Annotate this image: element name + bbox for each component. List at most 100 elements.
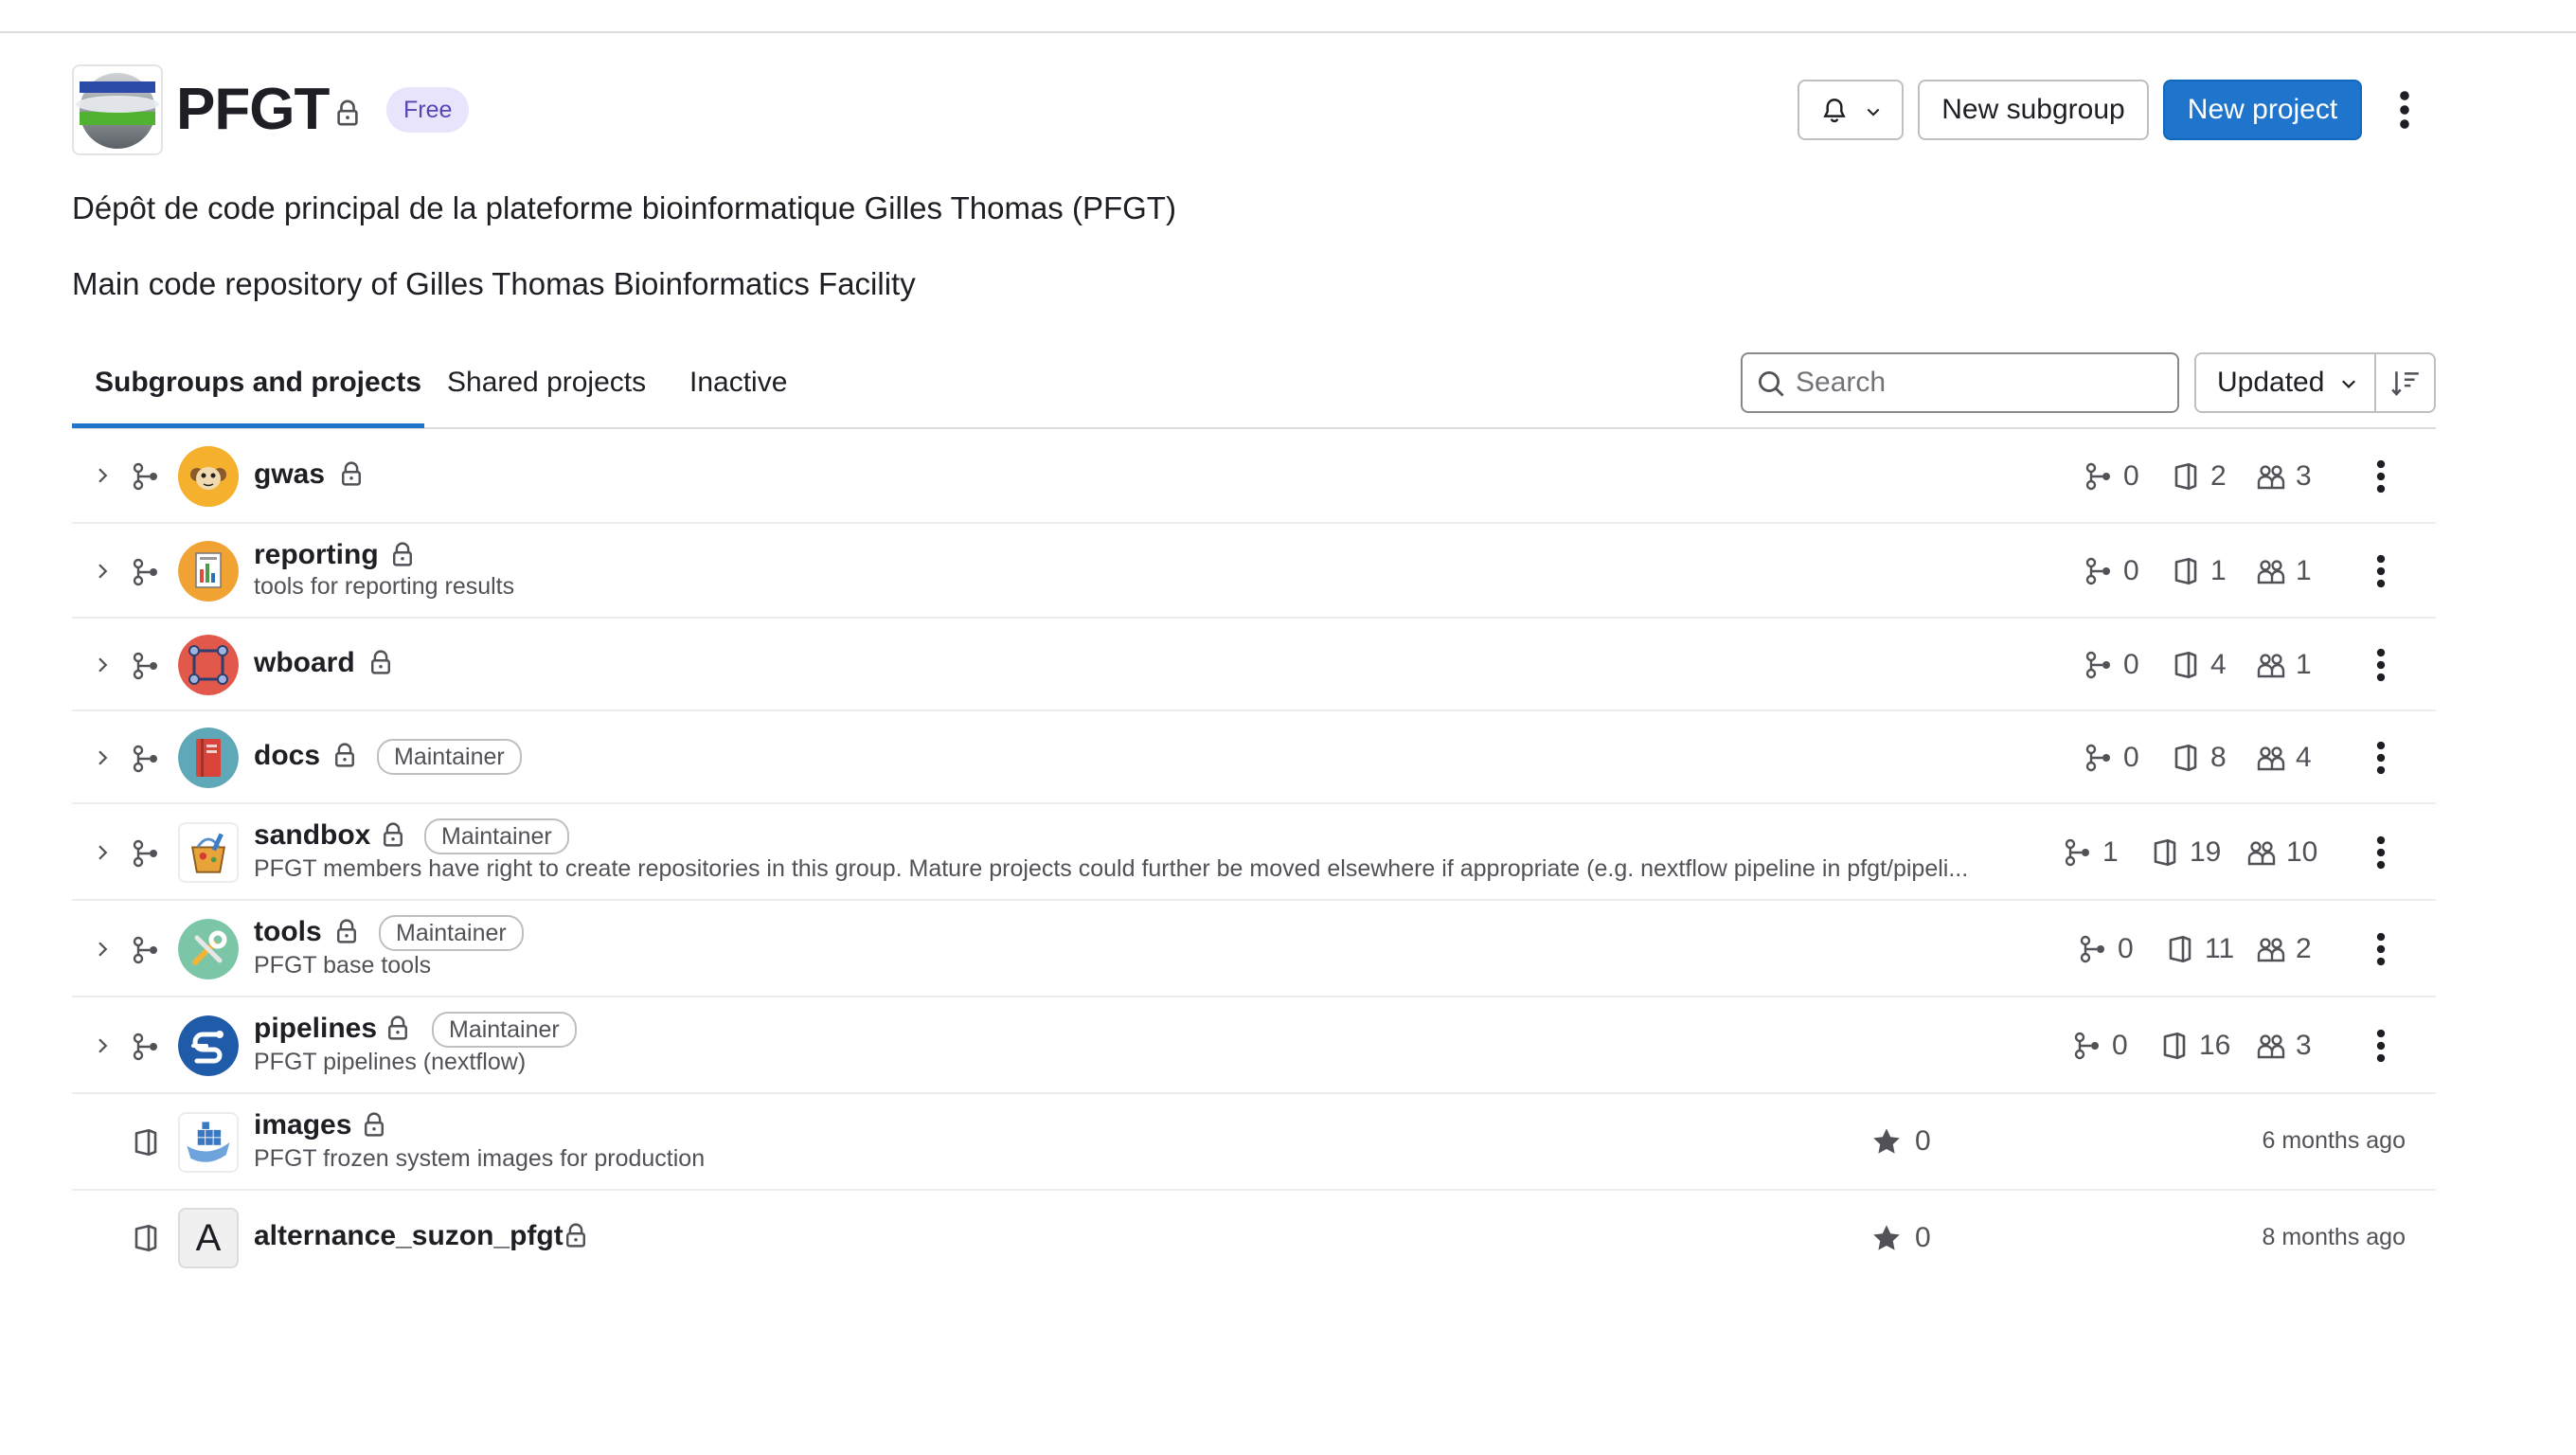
chevron-right-icon[interactable] [91,560,114,583]
subgroup-icon [2065,838,2089,867]
subgroup-name[interactable]: reporting [254,536,379,574]
chevron-right-icon[interactable] [91,1034,114,1057]
gwas-avatar [178,446,239,507]
active-tab-indicator [72,423,424,428]
role-badge: Maintainer [377,739,522,775]
kebab-icon[interactable] [2369,928,2393,970]
subgroup-description: PFGT base tools [254,952,432,979]
group-description-en: Main code repository of Gilles Thomas Bi… [72,266,916,301]
members-count: 1 [2256,646,2332,684]
wboard-avatar [178,635,239,695]
chevron-down-icon [1867,108,1880,117]
subgroups-count: 0 [2084,458,2140,495]
plan-badge: Free [386,87,470,133]
projects-count: 11 [2165,930,2241,968]
kebab-icon[interactable] [2369,737,2393,779]
subgroup-icon [133,1033,157,1061]
updated-time: 8 months ago [2262,1224,2406,1250]
subgroup-icon [2080,935,2104,963]
chevron-down-icon [2342,380,2355,388]
subgroups-count: 0 [2084,739,2140,777]
project-icon [2174,557,2197,585]
subgroup-icon [2074,1032,2099,1060]
users-icon [2257,938,2285,962]
kebab-icon[interactable] [2369,1025,2393,1067]
chevron-right-icon[interactable] [91,654,114,676]
kebab-icon[interactable] [2369,550,2393,592]
tab-inactive[interactable]: Inactive [689,362,787,404]
tab-shared-projects[interactable]: Shared projects [447,362,646,404]
subgroup-name[interactable]: wboard [254,644,355,682]
subgroup-description: PFGT pipelines (nextflow) [254,1049,527,1075]
kebab-icon[interactable] [2369,456,2393,497]
members-count: 1 [2256,552,2332,590]
group-description-fr: Dépôt de code principal de la plateforme… [72,190,1176,225]
notifications-dropdown[interactable] [1798,80,1904,140]
lock-icon [337,919,356,943]
kebab-icon[interactable] [2390,87,2419,133]
subgroup-row[interactable]: docs Maintainer 0 8 4 [72,711,2436,804]
tools-avatar [178,919,239,979]
project-icon [2169,935,2191,963]
projects-count: 2 [2171,458,2237,495]
subgroup-row[interactable]: gwas 0 2 3 [72,429,2436,524]
subgroup-name[interactable]: pipelines [254,1010,377,1048]
members-count: 3 [2256,1027,2332,1065]
star-icon [1873,1128,1900,1154]
new-subgroup-button[interactable]: New subgroup [1918,80,2149,140]
subgroup-description: PFGT members have right to create reposi… [254,855,1969,882]
project-icon [134,1224,157,1252]
star-count: 0 [1915,1125,1931,1157]
subgroup-icon [133,936,157,964]
group-avatar [72,64,163,155]
tab-subgroups-and-projects[interactable]: Subgroups and projects [95,362,421,404]
chevron-right-icon[interactable] [91,841,114,864]
project-icon [2174,744,2197,772]
project-name[interactable]: alternance_suzon_pfgt [254,1217,564,1255]
subgroups-count: 1 [2063,834,2120,871]
kebab-icon[interactable] [2369,644,2393,686]
users-icon [2257,1034,2285,1059]
chevron-right-icon[interactable] [91,464,114,487]
subgroup-name[interactable]: docs [254,737,320,775]
subgroup-name[interactable]: gwas [254,456,325,494]
subgroup-row[interactable]: tools Maintainer PFGT base tools 0 11 2 [72,901,2436,997]
role-badge: Maintainer [379,915,524,951]
project-row[interactable]: A alternance_suzon_pfgt 0 8 months ago [72,1191,2436,1285]
kebab-icon[interactable] [2369,832,2393,873]
search-input[interactable] [1796,362,2165,404]
subgroup-description: tools for reporting results [254,573,515,600]
role-badge: Maintainer [432,1012,577,1048]
subgroups-count: 0 [2084,646,2140,684]
projects-count: 1 [2171,552,2237,590]
project-row[interactable]: images PFGT frozen system images for pro… [72,1094,2436,1191]
search-icon [1758,370,1784,397]
sort-dropdown[interactable]: Updated [2194,352,2376,413]
projects-count: 4 [2171,646,2237,684]
lock-icon [371,650,390,674]
sort-direction-button[interactable] [2374,352,2436,413]
search-box[interactable] [1741,352,2179,413]
users-icon [2257,746,2285,771]
images-avatar [178,1112,239,1173]
role-badge: Maintainer [424,818,569,854]
chevron-right-icon[interactable] [91,938,114,961]
new-project-button[interactable]: New project [2163,80,2362,140]
chevron-right-icon[interactable] [91,746,114,769]
docs-avatar [178,728,239,788]
subgroup-icon [2085,557,2110,585]
members-count: 4 [2256,739,2332,777]
subgroup-row[interactable]: wboard 0 4 1 [72,619,2436,711]
project-name[interactable]: images [254,1106,351,1144]
subgroup-name[interactable]: tools [254,913,322,951]
sandbox-avatar [178,822,239,883]
project-icon [2174,651,2197,679]
subgroup-row[interactable]: reporting tools for reporting results 0 … [72,524,2436,619]
lock-icon [342,461,361,486]
subgroup-icon [2085,651,2110,679]
subgroup-name[interactable]: sandbox [254,817,370,854]
subgroup-icon [133,462,157,491]
subgroup-row[interactable]: sandbox Maintainer PFGT members have rig… [72,804,2436,901]
top-divider [0,31,2576,33]
subgroup-row[interactable]: pipelines Maintainer PFGT pipelines (nex… [72,997,2436,1094]
